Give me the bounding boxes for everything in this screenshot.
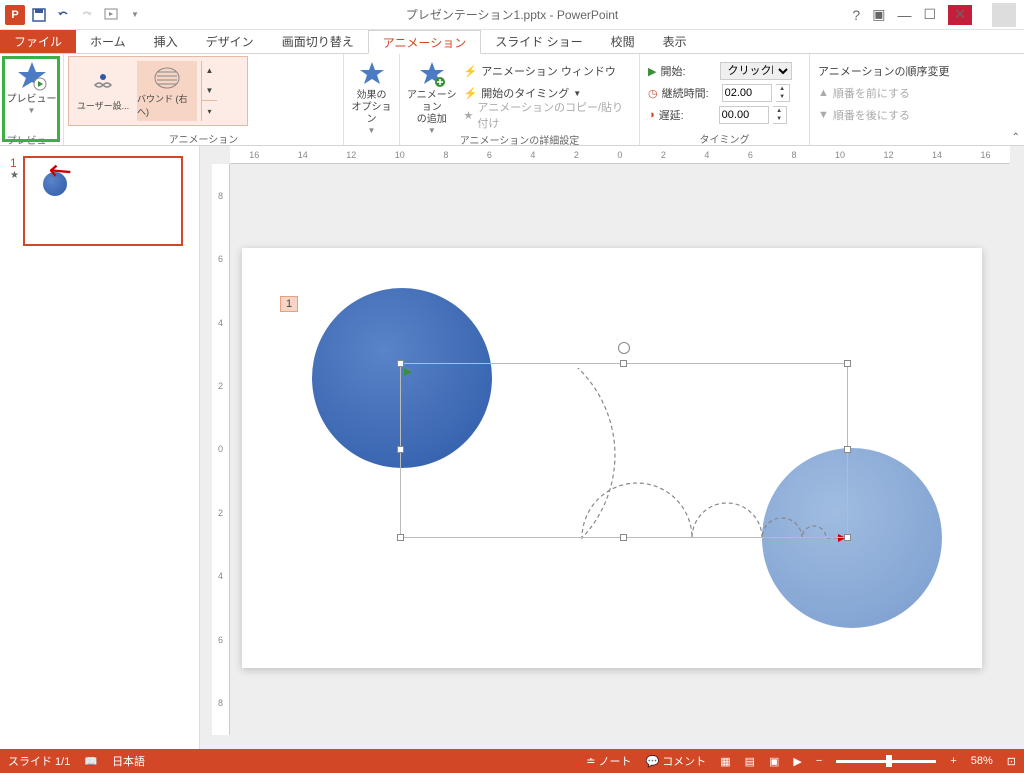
horizontal-ruler: 1614121086420246810121416 bbox=[230, 146, 1010, 164]
comments-button[interactable]: 💬 コメント bbox=[645, 753, 706, 769]
clock-icon: ◷ bbox=[648, 87, 658, 100]
app-icon[interactable]: P bbox=[4, 4, 26, 26]
handle-tr[interactable] bbox=[844, 360, 851, 367]
tab-design[interactable]: デザイン bbox=[192, 30, 268, 53]
rotate-handle[interactable] bbox=[618, 342, 630, 354]
animation-painter-button: ★ アニメーションのコピー/貼り付け bbox=[460, 104, 635, 126]
undo-button[interactable] bbox=[52, 4, 74, 26]
tab-animations[interactable]: アニメーション bbox=[368, 30, 482, 54]
animation-pane-button[interactable]: ⚡ アニメーション ウィンドウ bbox=[460, 60, 635, 82]
preview-label: プレビュー bbox=[7, 94, 57, 106]
move-earlier-button: ▲ 順番を前にする bbox=[814, 82, 954, 104]
maximize-button[interactable]: ☐ bbox=[923, 6, 936, 23]
sorter-view-button[interactable]: ▤ bbox=[745, 755, 755, 768]
tab-transitions[interactable]: 画面切り替え bbox=[268, 30, 368, 53]
vertical-ruler: 864202468 bbox=[212, 164, 230, 735]
duration-input[interactable] bbox=[722, 84, 772, 102]
gallery-item-user[interactable]: ユーザー設... bbox=[73, 61, 133, 121]
redo-button[interactable] bbox=[76, 4, 98, 26]
reorder-title: アニメーションの順序変更 bbox=[814, 60, 954, 82]
duration-spinner[interactable]: ▲▼ bbox=[776, 84, 790, 102]
start-from-beginning-button[interactable] bbox=[100, 4, 122, 26]
save-button[interactable] bbox=[28, 4, 50, 26]
pane-icon: ⚡ bbox=[464, 65, 478, 78]
painter-icon: ★ bbox=[464, 109, 474, 122]
effect-options-button[interactable]: 効果の オプション ▼ bbox=[348, 56, 395, 128]
delay-spinner[interactable]: ▲▼ bbox=[773, 106, 787, 124]
user-avatar[interactable] bbox=[992, 3, 1016, 27]
gallery-item-bound-right[interactable]: バウンド (右へ) bbox=[137, 61, 197, 121]
delay-label: 遅延: bbox=[659, 107, 715, 123]
slide-thumbnail-1[interactable] bbox=[23, 156, 183, 246]
window-title: プレゼンテーション1.pptx - PowerPoint bbox=[406, 6, 618, 23]
gallery-down[interactable]: ▼ bbox=[202, 81, 217, 101]
duration-label: 継続時間: bbox=[662, 85, 718, 101]
timing-group-label: タイミング bbox=[640, 129, 809, 145]
advanced-group-label: アニメーションの詳細設定 bbox=[400, 130, 639, 146]
gallery-up[interactable]: ▲ bbox=[202, 61, 217, 81]
path-selection-box[interactable] bbox=[400, 363, 848, 538]
minimize-button[interactable]: — bbox=[897, 7, 911, 23]
down-icon: ▼ bbox=[818, 109, 829, 121]
preview-button[interactable]: プレビュー ▼ bbox=[4, 56, 59, 128]
notes-button[interactable]: ≐ ノート bbox=[586, 753, 631, 769]
qat-dropdown[interactable]: ▼ bbox=[124, 4, 146, 26]
handle-mr[interactable] bbox=[844, 446, 851, 453]
slide-canvas[interactable]: 1 bbox=[242, 248, 982, 668]
ribbon-display-button[interactable]: ▣ bbox=[872, 6, 885, 23]
zoom-slider[interactable] bbox=[836, 760, 936, 763]
start-label: 開始: bbox=[660, 63, 716, 79]
close-button[interactable]: ✕ bbox=[948, 5, 972, 25]
star-icon bbox=[356, 60, 388, 88]
delay-input[interactable] bbox=[719, 106, 769, 124]
trigger-icon: ⚡ bbox=[464, 87, 478, 100]
delay-icon: ◑ bbox=[648, 109, 655, 121]
spellcheck-icon[interactable]: 📖 bbox=[84, 755, 98, 768]
fit-button[interactable]: ⊡ bbox=[1007, 755, 1016, 768]
handle-tl[interactable] bbox=[397, 360, 404, 367]
zoom-level[interactable]: 58% bbox=[971, 755, 993, 767]
preview-star-icon bbox=[16, 60, 48, 92]
normal-view-button[interactable]: ▦ bbox=[720, 755, 730, 768]
slide-number: 1 bbox=[10, 156, 19, 170]
handle-bc[interactable] bbox=[620, 534, 627, 541]
handle-ml[interactable] bbox=[397, 446, 404, 453]
handle-tc[interactable] bbox=[620, 360, 627, 367]
tab-home[interactable]: ホーム bbox=[76, 30, 140, 53]
zoom-in-button[interactable]: + bbox=[950, 755, 956, 767]
animation-gallery[interactable]: ユーザー設... バウンド (右へ) ▲ ▼ ▾ bbox=[68, 56, 248, 126]
handle-bl[interactable] bbox=[397, 534, 404, 541]
zoom-out-button[interactable]: − bbox=[816, 755, 822, 767]
preview-group-label: プレビュー bbox=[0, 130, 63, 146]
start-dropdown[interactable]: クリック時 bbox=[720, 62, 792, 80]
handle-br[interactable] bbox=[844, 534, 851, 541]
reading-view-button[interactable]: ▣ bbox=[769, 755, 779, 768]
slide-counter[interactable]: スライド 1/1 bbox=[8, 753, 70, 769]
tab-file[interactable]: ファイル bbox=[0, 30, 76, 53]
add-animation-button[interactable]: アニメーション の追加 ▼ bbox=[404, 56, 460, 128]
collapse-ribbon-button[interactable]: ⌃ bbox=[1012, 132, 1020, 143]
gallery-more[interactable]: ▾ bbox=[202, 100, 217, 121]
language-indicator[interactable]: 日本語 bbox=[112, 753, 145, 769]
animation-group-label: アニメーション bbox=[64, 129, 343, 145]
slide-panel[interactable]: 1 ★ bbox=[0, 146, 200, 749]
animation-indicator-icon: ★ bbox=[10, 170, 19, 181]
tab-view[interactable]: 表示 bbox=[649, 30, 701, 53]
move-later-button: ▼ 順番を後にする bbox=[814, 104, 954, 126]
help-button[interactable]: ? bbox=[852, 7, 860, 23]
slideshow-view-button[interactable]: ▶ bbox=[793, 755, 801, 768]
thumb-shape bbox=[43, 172, 67, 196]
add-star-icon bbox=[416, 60, 448, 88]
tab-insert[interactable]: 挿入 bbox=[140, 30, 192, 53]
tab-review[interactable]: 校閲 bbox=[597, 30, 649, 53]
animation-tag[interactable]: 1 bbox=[280, 296, 298, 312]
play-icon: ▶ bbox=[648, 65, 656, 78]
up-icon: ▲ bbox=[818, 87, 829, 99]
canvas-area[interactable]: 1614121086420246810121416 864202468 1 bbox=[200, 146, 1024, 749]
tab-slideshow[interactable]: スライド ショー bbox=[481, 30, 596, 53]
